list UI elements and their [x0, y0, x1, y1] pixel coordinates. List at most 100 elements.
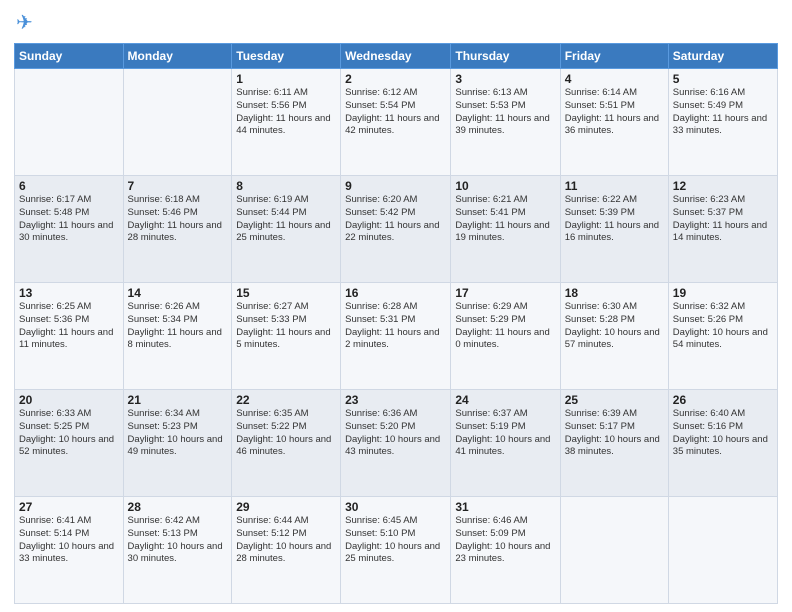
calendar-cell: 29Sunrise: 6:44 AMSunset: 5:12 PMDayligh… — [232, 497, 341, 604]
header: ✈ — [14, 10, 778, 35]
day-number: 4 — [565, 72, 664, 86]
week-row-5: 27Sunrise: 6:41 AMSunset: 5:14 PMDayligh… — [15, 497, 778, 604]
calendar-cell: 21Sunrise: 6:34 AMSunset: 5:23 PMDayligh… — [123, 390, 232, 497]
day-number: 10 — [455, 179, 555, 193]
calendar-cell: 19Sunrise: 6:32 AMSunset: 5:26 PMDayligh… — [668, 283, 777, 390]
day-info: Sunrise: 6:12 AMSunset: 5:54 PMDaylight:… — [345, 87, 446, 138]
day-info: Sunrise: 6:25 AMSunset: 5:36 PMDaylight:… — [19, 301, 119, 352]
day-info: Sunrise: 6:45 AMSunset: 5:10 PMDaylight:… — [345, 515, 446, 566]
day-info: Sunrise: 6:11 AMSunset: 5:56 PMDaylight:… — [236, 87, 336, 138]
day-number: 9 — [345, 179, 446, 193]
day-number: 5 — [673, 72, 773, 86]
weekday-header-row: SundayMondayTuesdayWednesdayThursdayFrid… — [15, 44, 778, 69]
calendar-cell: 24Sunrise: 6:37 AMSunset: 5:19 PMDayligh… — [451, 390, 560, 497]
day-number: 27 — [19, 500, 119, 514]
day-number: 23 — [345, 393, 446, 407]
day-number: 14 — [128, 286, 228, 300]
day-number: 22 — [236, 393, 336, 407]
day-number: 12 — [673, 179, 773, 193]
day-info: Sunrise: 6:41 AMSunset: 5:14 PMDaylight:… — [19, 515, 119, 566]
week-row-1: 1Sunrise: 6:11 AMSunset: 5:56 PMDaylight… — [15, 69, 778, 176]
day-info: Sunrise: 6:20 AMSunset: 5:42 PMDaylight:… — [345, 194, 446, 245]
day-info: Sunrise: 6:14 AMSunset: 5:51 PMDaylight:… — [565, 87, 664, 138]
day-info: Sunrise: 6:29 AMSunset: 5:29 PMDaylight:… — [455, 301, 555, 352]
day-number: 6 — [19, 179, 119, 193]
day-number: 25 — [565, 393, 664, 407]
week-row-4: 20Sunrise: 6:33 AMSunset: 5:25 PMDayligh… — [15, 390, 778, 497]
weekday-header-sunday: Sunday — [15, 44, 124, 69]
calendar-cell: 9Sunrise: 6:20 AMSunset: 5:42 PMDaylight… — [341, 176, 451, 283]
day-info: Sunrise: 6:17 AMSunset: 5:48 PMDaylight:… — [19, 194, 119, 245]
calendar-cell: 15Sunrise: 6:27 AMSunset: 5:33 PMDayligh… — [232, 283, 341, 390]
day-number: 29 — [236, 500, 336, 514]
weekday-header-monday: Monday — [123, 44, 232, 69]
calendar-cell: 12Sunrise: 6:23 AMSunset: 5:37 PMDayligh… — [668, 176, 777, 283]
calendar-cell: 6Sunrise: 6:17 AMSunset: 5:48 PMDaylight… — [15, 176, 124, 283]
day-number: 24 — [455, 393, 555, 407]
calendar-cell — [560, 497, 668, 604]
calendar-cell: 26Sunrise: 6:40 AMSunset: 5:16 PMDayligh… — [668, 390, 777, 497]
calendar-cell: 31Sunrise: 6:46 AMSunset: 5:09 PMDayligh… — [451, 497, 560, 604]
calendar-cell — [668, 497, 777, 604]
day-number: 19 — [673, 286, 773, 300]
weekday-header-friday: Friday — [560, 44, 668, 69]
day-info: Sunrise: 6:19 AMSunset: 5:44 PMDaylight:… — [236, 194, 336, 245]
day-info: Sunrise: 6:36 AMSunset: 5:20 PMDaylight:… — [345, 408, 446, 459]
day-info: Sunrise: 6:40 AMSunset: 5:16 PMDaylight:… — [673, 408, 773, 459]
calendar-cell: 13Sunrise: 6:25 AMSunset: 5:36 PMDayligh… — [15, 283, 124, 390]
day-info: Sunrise: 6:26 AMSunset: 5:34 PMDaylight:… — [128, 301, 228, 352]
calendar-cell — [123, 69, 232, 176]
calendar-cell: 17Sunrise: 6:29 AMSunset: 5:29 PMDayligh… — [451, 283, 560, 390]
calendar-cell: 14Sunrise: 6:26 AMSunset: 5:34 PMDayligh… — [123, 283, 232, 390]
day-number: 3 — [455, 72, 555, 86]
calendar-cell: 2Sunrise: 6:12 AMSunset: 5:54 PMDaylight… — [341, 69, 451, 176]
day-info: Sunrise: 6:42 AMSunset: 5:13 PMDaylight:… — [128, 515, 228, 566]
day-info: Sunrise: 6:21 AMSunset: 5:41 PMDaylight:… — [455, 194, 555, 245]
calendar-cell: 16Sunrise: 6:28 AMSunset: 5:31 PMDayligh… — [341, 283, 451, 390]
day-info: Sunrise: 6:44 AMSunset: 5:12 PMDaylight:… — [236, 515, 336, 566]
calendar-cell: 1Sunrise: 6:11 AMSunset: 5:56 PMDaylight… — [232, 69, 341, 176]
calendar-cell: 22Sunrise: 6:35 AMSunset: 5:22 PMDayligh… — [232, 390, 341, 497]
day-number: 15 — [236, 286, 336, 300]
calendar-cell: 3Sunrise: 6:13 AMSunset: 5:53 PMDaylight… — [451, 69, 560, 176]
day-info: Sunrise: 6:37 AMSunset: 5:19 PMDaylight:… — [455, 408, 555, 459]
day-info: Sunrise: 6:30 AMSunset: 5:28 PMDaylight:… — [565, 301, 664, 352]
day-info: Sunrise: 6:13 AMSunset: 5:53 PMDaylight:… — [455, 87, 555, 138]
day-number: 21 — [128, 393, 228, 407]
day-info: Sunrise: 6:33 AMSunset: 5:25 PMDaylight:… — [19, 408, 119, 459]
logo-area: ✈ — [14, 10, 35, 35]
calendar-cell: 11Sunrise: 6:22 AMSunset: 5:39 PMDayligh… — [560, 176, 668, 283]
day-number: 1 — [236, 72, 336, 86]
weekday-header-tuesday: Tuesday — [232, 44, 341, 69]
calendar-cell: 20Sunrise: 6:33 AMSunset: 5:25 PMDayligh… — [15, 390, 124, 497]
calendar-cell: 25Sunrise: 6:39 AMSunset: 5:17 PMDayligh… — [560, 390, 668, 497]
day-number: 18 — [565, 286, 664, 300]
day-number: 28 — [128, 500, 228, 514]
calendar-cell: 23Sunrise: 6:36 AMSunset: 5:20 PMDayligh… — [341, 390, 451, 497]
calendar-cell — [15, 69, 124, 176]
day-number: 16 — [345, 286, 446, 300]
day-info: Sunrise: 6:39 AMSunset: 5:17 PMDaylight:… — [565, 408, 664, 459]
day-info: Sunrise: 6:16 AMSunset: 5:49 PMDaylight:… — [673, 87, 773, 138]
week-row-3: 13Sunrise: 6:25 AMSunset: 5:36 PMDayligh… — [15, 283, 778, 390]
day-number: 11 — [565, 179, 664, 193]
calendar-cell: 7Sunrise: 6:18 AMSunset: 5:46 PMDaylight… — [123, 176, 232, 283]
calendar-cell: 28Sunrise: 6:42 AMSunset: 5:13 PMDayligh… — [123, 497, 232, 604]
calendar-cell: 8Sunrise: 6:19 AMSunset: 5:44 PMDaylight… — [232, 176, 341, 283]
page: ✈ SundayMondayTuesdayWednesdayThursdayFr… — [0, 0, 792, 612]
day-number: 13 — [19, 286, 119, 300]
calendar-cell: 30Sunrise: 6:45 AMSunset: 5:10 PMDayligh… — [341, 497, 451, 604]
day-info: Sunrise: 6:46 AMSunset: 5:09 PMDaylight:… — [455, 515, 555, 566]
day-info: Sunrise: 6:32 AMSunset: 5:26 PMDaylight:… — [673, 301, 773, 352]
day-info: Sunrise: 6:27 AMSunset: 5:33 PMDaylight:… — [236, 301, 336, 352]
calendar-cell: 5Sunrise: 6:16 AMSunset: 5:49 PMDaylight… — [668, 69, 777, 176]
calendar-table: SundayMondayTuesdayWednesdayThursdayFrid… — [14, 43, 778, 604]
day-info: Sunrise: 6:23 AMSunset: 5:37 PMDaylight:… — [673, 194, 773, 245]
weekday-header-thursday: Thursday — [451, 44, 560, 69]
day-number: 20 — [19, 393, 119, 407]
logo: ✈ — [14, 10, 35, 35]
calendar-cell: 4Sunrise: 6:14 AMSunset: 5:51 PMDaylight… — [560, 69, 668, 176]
calendar-cell: 18Sunrise: 6:30 AMSunset: 5:28 PMDayligh… — [560, 283, 668, 390]
calendar-cell: 27Sunrise: 6:41 AMSunset: 5:14 PMDayligh… — [15, 497, 124, 604]
week-row-2: 6Sunrise: 6:17 AMSunset: 5:48 PMDaylight… — [15, 176, 778, 283]
